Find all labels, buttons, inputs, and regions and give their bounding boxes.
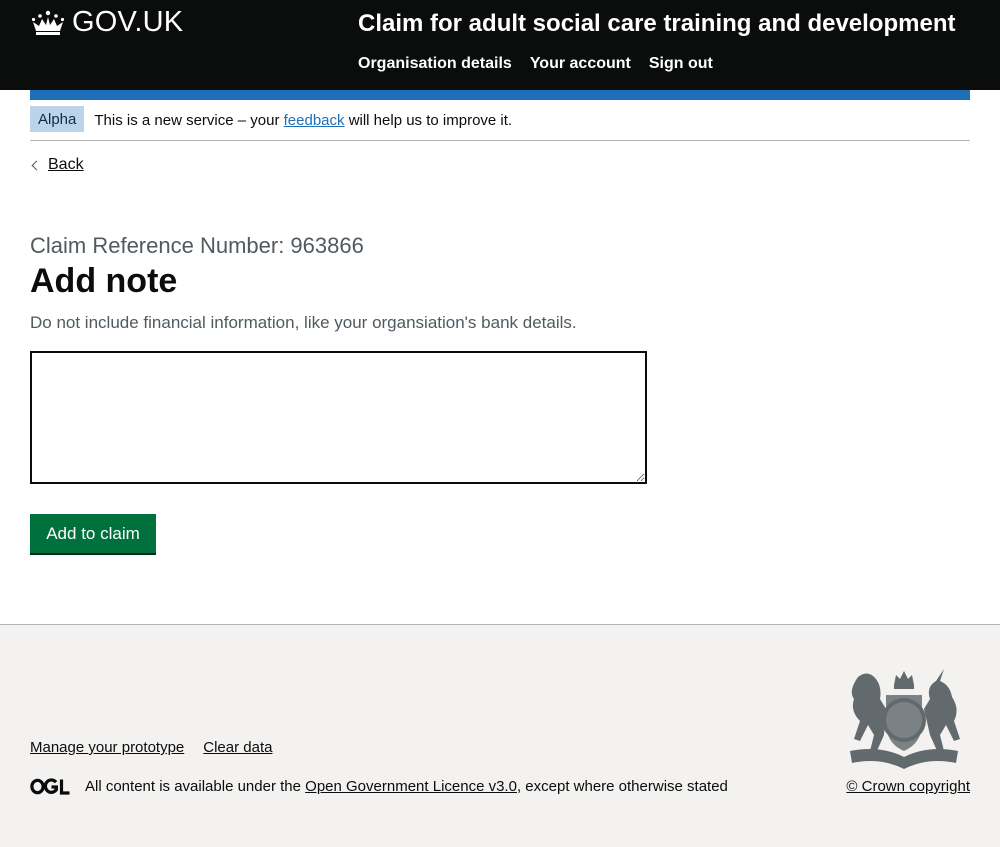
phase-text-after: will help us to improve it. — [348, 111, 513, 129]
note-textarea[interactable] — [30, 351, 647, 484]
header-blue-bar — [30, 90, 970, 100]
nav-sign-out[interactable]: Sign out — [649, 55, 713, 73]
crown-icon — [31, 10, 65, 35]
crown-copyright-link[interactable]: © Crown copyright — [846, 778, 970, 795]
phase-banner: Alpha This is a new service – your feedb… — [30, 100, 970, 141]
back-link[interactable]: Back — [30, 156, 84, 174]
nav-organisation-details[interactable]: Organisation details — [358, 55, 512, 73]
royal-coat-of-arms — [850, 669, 960, 769]
licence-text-after: , except where otherwise stated — [516, 778, 728, 795]
govuk-logo-link[interactable]: GOV.UK — [30, 6, 183, 39]
add-to-claim-button[interactable]: Add to claim — [30, 514, 156, 553]
footer-links: Manage your prototype Clear data — [30, 739, 272, 756]
licence-text-before: All content is available under the — [85, 778, 301, 795]
footer-link-manage-prototype[interactable]: Manage your prototype — [30, 739, 184, 756]
ogl-licence-link[interactable]: Open Government Licence v3.0 — [305, 778, 517, 795]
phase-tag: Alpha — [30, 106, 85, 132]
nav-your-account[interactable]: Your account — [530, 55, 631, 73]
logo-text: GOV.UK — [72, 6, 184, 38]
header-nav: Organisation details Your account Sign o… — [358, 55, 713, 73]
back-link-label: Back — [48, 156, 84, 173]
note-hint: Do not include financial information, li… — [30, 313, 577, 332]
page-title: Add note — [30, 262, 178, 300]
feedback-link[interactable]: feedback — [284, 112, 345, 129]
phase-text-before: This is a new service – your — [94, 111, 280, 129]
ogl-logo — [30, 778, 70, 795]
phase-text: This is a new service – your feedback wi… — [94, 112, 512, 129]
licence-text: All content is available under the Open … — [85, 778, 728, 795]
site-header: GOV.UK Claim for adult social care train… — [0, 0, 1000, 90]
chevron-left-icon — [31, 160, 42, 170]
licence-row: All content is available under the Open … — [30, 778, 728, 795]
site-footer: Manage your prototype Clear data All con… — [0, 624, 1000, 847]
footer-link-clear-data[interactable]: Clear data — [203, 739, 272, 756]
claim-reference-caption: Claim Reference Number: 963866 — [30, 233, 364, 258]
service-name[interactable]: Claim for adult social care training and… — [358, 10, 955, 38]
